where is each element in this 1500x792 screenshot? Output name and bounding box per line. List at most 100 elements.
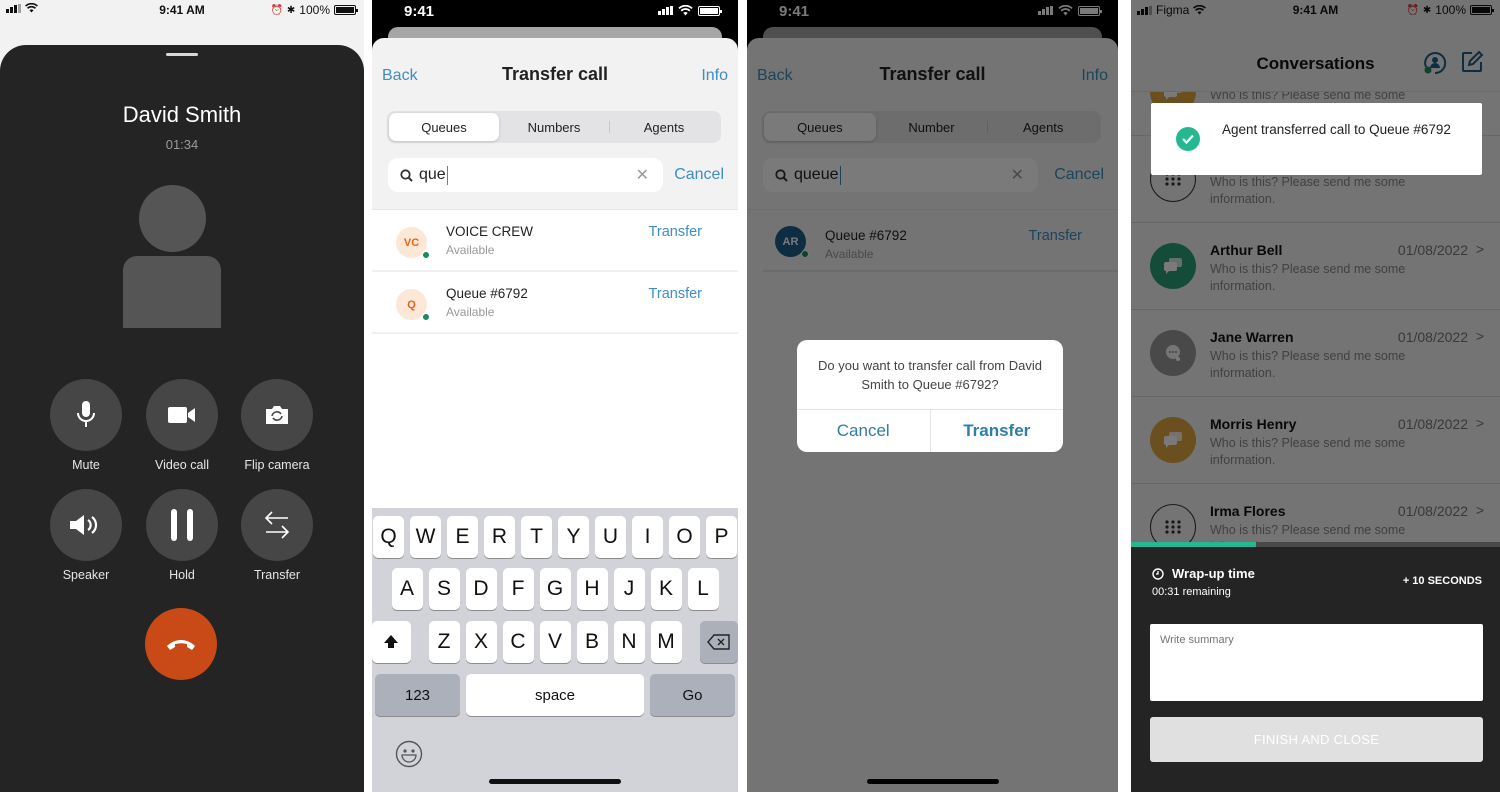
key[interactable]: M [650,621,682,663]
backspace-icon [706,634,730,650]
clear-icon[interactable]: ✕ [636,165,649,185]
numbers-key[interactable]: 123 [375,674,460,716]
hang-up-icon [167,640,195,650]
drag-handle[interactable] [166,53,198,56]
dialog-cancel-button[interactable]: Cancel [797,410,930,452]
modal-overlay [1131,0,1500,544]
key[interactable]: B [576,621,608,663]
wrap-up-title: Wrap-up time [1172,566,1255,581]
list-item: Q Queue #6792 Available Transfer [372,272,738,334]
dialog-transfer-button[interactable]: Transfer [929,410,1064,452]
toast-message: Agent transferred call to Queue #6792 [1222,122,1451,137]
bluetooth-icon: ✱ [286,4,296,16]
key[interactable]: I [632,516,663,558]
end-call-button[interactable] [145,608,217,680]
speaker-button[interactable]: Speaker [49,489,123,582]
clock-icon [1152,567,1164,580]
emoji-key[interactable] [395,740,423,773]
space-key[interactable]: space [466,674,644,716]
tab-queues[interactable]: Queues [389,113,499,141]
confirm-transfer-dialog: Do you want to transfer call from David … [797,340,1063,452]
tab-agents[interactable]: Agents [609,113,719,141]
microphone-icon [77,401,95,427]
time-remaining: 00:31 remaining [1152,586,1231,598]
key[interactable]: Z [428,621,460,663]
key[interactable]: A [391,568,423,610]
list-item: VC VOICE CREW Available Transfer [372,210,738,272]
transfer-link[interactable]: Transfer [649,286,702,302]
key[interactable]: E [447,516,478,558]
hold-button[interactable]: Hold [145,489,219,582]
avatar: VC [396,227,430,259]
segmented-control: Queues Numbers Agents [387,111,721,143]
key[interactable]: U [595,516,626,558]
key[interactable]: X [465,621,497,663]
search-icon [400,168,413,182]
wifi-icon [678,5,693,16]
home-indicator [866,779,999,784]
add-time-button[interactable]: + 10 SECONDS [1403,575,1482,587]
info-button[interactable]: Info [701,67,728,85]
shift-icon [384,635,399,648]
key[interactable]: L [687,568,719,610]
signal-icon [658,6,673,15]
search-value: que [419,166,446,183]
key[interactable]: F [502,568,534,610]
caller-avatar-placeholder [123,185,221,328]
flip-camera-button[interactable]: Flip camera [240,379,314,472]
battery-percent: 100% [299,3,330,17]
emoji-icon [395,740,423,768]
key[interactable]: S [428,568,460,610]
finish-and-close-button[interactable]: FINISH AND CLOSE [1150,717,1483,762]
pause-icon [171,509,193,541]
key[interactable]: O [669,516,700,558]
dialog-message: Do you want to transfer call from David … [818,358,1042,392]
success-toast: Agent transferred call to Queue #6792 [1151,103,1482,175]
key[interactable]: C [502,621,534,663]
transfer-button[interactable]: Transfer [240,489,314,582]
tab-numbers[interactable]: Numbers [499,113,609,141]
search-input[interactable]: que ✕ [388,158,663,192]
sheet-title: Transfer call [501,64,609,84]
home-indicator [489,779,621,784]
wrap-up-progress [1131,542,1500,547]
video-camera-icon [168,407,195,423]
key[interactable]: T [521,516,552,558]
keyboard: QWERTYUIOP ASDFGHJKL ZXCVBNM 123 space G… [372,508,738,792]
online-indicator [422,251,430,259]
video-call-button[interactable]: Video call [145,379,219,472]
key[interactable]: D [465,568,497,610]
search-cancel-button[interactable]: Cancel [674,166,724,184]
key[interactable]: R [484,516,515,558]
transfer-confirm-screen: 9:41 Back Transfer call Info Queues Numb… [747,0,1118,792]
key[interactable]: V [539,621,571,663]
mute-button[interactable]: Mute [49,379,123,472]
battery-icon [698,5,722,16]
status-bar: 9:41 [372,0,738,26]
go-key[interactable]: Go [650,674,735,716]
key[interactable]: W [410,516,441,558]
check-circle-icon [1176,127,1200,151]
transfer-arrows-icon [264,511,290,539]
avatar: Q [396,289,430,321]
status-bar: 9:41 AM ⏰ ✱ 100% [0,0,364,20]
delete-key[interactable] [699,621,738,663]
caller-name: David Smith [122,102,242,127]
key[interactable]: G [539,568,571,610]
wrap-up-panel: Wrap-up time 00:31 remaining + 10 SECOND… [1131,542,1500,792]
online-indicator [422,313,430,321]
key[interactable]: H [576,568,608,610]
call-timer: 01:34 [165,137,199,152]
conversations-screen: Figma 9:41 AM ⏰ ✱ 100% Conversations Who… [1131,0,1500,792]
key[interactable]: N [613,621,645,663]
transfer-link[interactable]: Transfer [649,224,702,240]
key[interactable]: Y [558,516,589,558]
key[interactable]: P [706,516,737,558]
key[interactable]: J [613,568,645,610]
summary-input[interactable] [1150,624,1483,701]
key[interactable]: Q [373,516,404,558]
key[interactable]: K [650,568,682,610]
flip-camera-icon [266,406,288,424]
shift-key[interactable] [372,621,411,663]
active-call-screen: 9:41 AM ⏰ ✱ 100% David Smith 01:34 Mute … [0,0,364,792]
